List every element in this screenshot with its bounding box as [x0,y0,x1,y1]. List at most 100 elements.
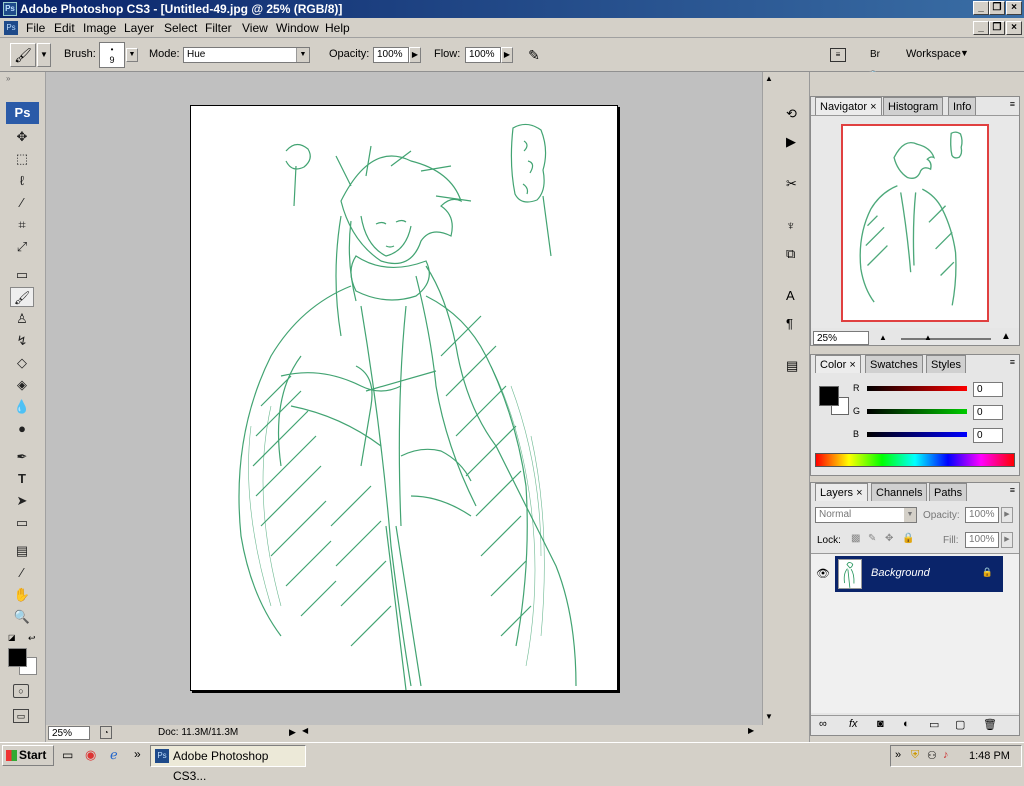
r-input[interactable]: 0 [973,382,1003,397]
menu-select[interactable]: Select [164,21,197,35]
layers-panel-menu-icon[interactable]: ≡ [1010,485,1015,495]
swap-colors-icon[interactable]: ↩ [28,633,36,644]
brushes-icon[interactable]: ♆ [786,218,796,233]
menu-edit[interactable]: Edit [54,21,75,35]
doc-restore-button[interactable]: ❐ [989,21,1005,35]
menu-filter[interactable]: Filter [205,21,232,35]
default-colors-icon[interactable]: ◪ [8,633,16,642]
notes-tool-icon[interactable]: ▤ [10,541,34,561]
security-shield-icon[interactable]: ⛨ [911,749,919,762]
menu-image[interactable]: Image [83,21,116,35]
zoom-slider[interactable] [901,338,991,340]
zoom-in-icon[interactable]: ▲ [1001,331,1011,342]
dodge-tool-icon[interactable]: ● [10,419,34,439]
color-fg-swatch[interactable] [819,386,839,406]
brush-tool-icon[interactable]: 🖌 [10,287,34,307]
path-selection-icon[interactable]: ➤ [10,491,34,511]
fill-input[interactable]: 100% [965,532,999,548]
scroll-up-icon[interactable]: ▲ [765,74,773,83]
r-slider[interactable] [867,386,967,391]
lock-transparent-icon[interactable]: ▩ [851,533,860,544]
toolbox-collapse-icon[interactable]: » [6,74,40,83]
menu-layer[interactable]: Layer [124,21,154,35]
taskbar-photoshop-button[interactable]: Ps Adobe Photoshop CS3... [150,745,306,783]
blur-tool-icon[interactable]: 💧 [10,397,34,417]
new-layer-icon[interactable]: ▢ [955,718,965,731]
brush-picker[interactable]: • 9 [99,42,125,68]
foreground-color-swatch[interactable] [8,648,27,667]
crop-tool-icon[interactable]: ⌗ [10,215,34,235]
volume-icon[interactable]: ♪ [943,749,949,761]
scroll-down-icon[interactable]: ▼ [765,712,773,721]
quick-mask-icon[interactable]: ○ [13,684,29,698]
panel-menu-icon[interactable]: ≡ [1010,99,1015,109]
menu-view[interactable]: View [242,21,268,35]
magic-wand-icon[interactable]: ⁄ [10,193,34,213]
navigator-view-frame[interactable] [841,124,989,322]
brush-tool-preset-icon[interactable]: 🖌 [10,43,36,67]
tab-color[interactable]: Color × [815,355,861,373]
vertical-scrollbar[interactable]: ▲ ▼ [762,72,778,725]
blend-mode-select[interactable]: Normal ▼ [815,507,917,523]
hand-tool-icon[interactable]: ✋ [10,585,34,605]
menu-file[interactable]: File [26,21,45,35]
b-input[interactable]: 0 [973,428,1003,443]
bridge-icon[interactable]: Br🔍 [864,44,886,82]
g-input[interactable]: 0 [973,405,1003,420]
close-button[interactable]: × [1006,1,1022,15]
tray-chevron[interactable]: » [895,749,901,761]
menu-window[interactable]: Window [276,21,319,35]
clone-stamp-icon[interactable]: ♙ [10,309,34,329]
character-icon[interactable]: A [786,288,795,303]
layer-opacity-input[interactable]: 100% [965,507,999,523]
flow-input[interactable]: 100% [465,47,501,63]
airbrush-icon[interactable]: ✎ [523,45,545,65]
document-icon[interactable]: Ps [4,21,18,35]
tab-histogram[interactable]: Histogram [883,97,944,115]
tab-layers[interactable]: Layers × [815,483,868,501]
link-layers-icon[interactable]: ∞ [819,718,827,730]
zoom-slider-thumb-icon[interactable]: ▲ [924,333,932,342]
tool-presets-icon[interactable]: ✂ [786,176,797,192]
clone-source-icon[interactable]: ⧉ [786,246,795,262]
tab-navigator[interactable]: Navigator × [815,97,882,115]
ie-icon[interactable]: ℯ [110,747,118,763]
actions-icon[interactable]: ▶ [786,134,796,150]
tab-styles[interactable]: Styles [926,355,966,373]
tool-preset-dropdown-icon[interactable]: ▼ [37,43,51,67]
tab-channels[interactable]: Channels [871,483,928,501]
move-tool-icon[interactable]: ✥ [10,127,34,147]
rectangle-tool-icon[interactable]: ▭ [10,513,34,533]
lock-image-icon[interactable]: ✎ [868,533,876,544]
doc-close-button[interactable]: × [1006,21,1022,35]
navigator-zoom-field[interactable]: 25% [813,331,869,345]
start-button[interactable]: Start [2,745,54,766]
quicklaunch-chevron[interactable]: » [134,747,141,761]
document-canvas[interactable] [190,105,618,691]
eyedropper-tool-icon[interactable]: ⤢ [10,237,34,257]
tab-swatches[interactable]: Swatches [865,355,923,373]
eraser-tool-icon[interactable]: ◇ [10,353,34,373]
opacity-slider-arrow-icon[interactable]: ▶ [409,47,421,63]
lock-all-icon[interactable]: 🔒 [902,533,914,544]
lasso-tool-icon[interactable]: ℓ [10,171,34,191]
network-icon[interactable]: ⚇ [927,749,937,762]
fx-icon[interactable]: fx [849,718,858,730]
flow-slider-arrow-icon[interactable]: ▶ [501,47,513,63]
tab-info[interactable]: Info [948,97,977,115]
mode-select[interactable]: Hue ▼ [183,47,310,63]
layer-comps-icon[interactable]: ▤ [786,358,798,374]
palette-well-icon[interactable]: ≡ [830,48,846,62]
status-menu-icon[interactable]: ◔ [100,726,112,739]
layer-row-background[interactable]: Background 🔒 [835,556,1003,592]
history-icon[interactable]: ⟲ [786,106,797,122]
layer-opacity-arrow-icon[interactable]: ▶ [1001,507,1013,523]
scroll-left-icon[interactable]: ◀ [302,726,308,735]
new-group-icon[interactable]: ▭ [929,718,939,731]
g-slider[interactable] [867,409,967,414]
show-desktop-icon[interactable]: ▭ [62,748,73,762]
status-arrow-icon[interactable]: ▶ [289,727,296,738]
pen-tool-icon[interactable]: ✒ [10,447,34,467]
paragraph-icon[interactable]: ¶ [786,316,793,331]
history-brush-icon[interactable]: ↯ [10,331,34,351]
